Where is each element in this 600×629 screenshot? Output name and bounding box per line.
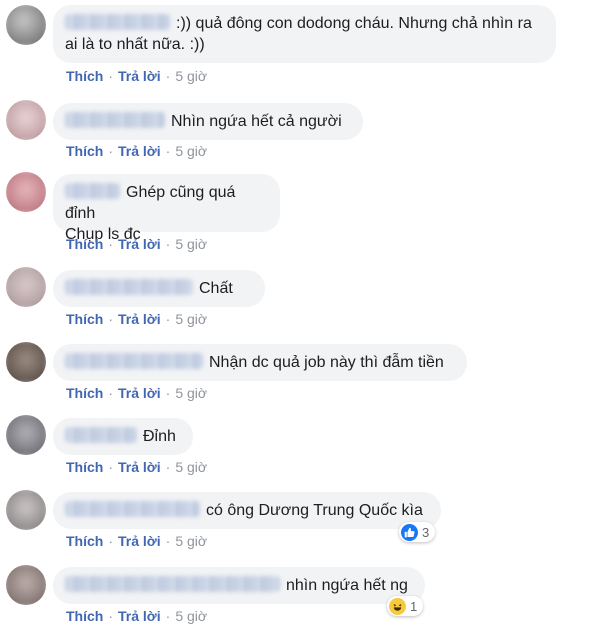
comment-timestamp[interactable]: 5 giờ: [175, 385, 207, 401]
commenter-name-blurred[interactable]: [65, 279, 193, 295]
separator: ·: [165, 68, 171, 84]
commenter-name-blurred[interactable]: [65, 14, 170, 30]
reaction-count-badge[interactable]: 3: [399, 522, 436, 542]
reply-link[interactable]: Trả lời: [118, 533, 161, 549]
commenter-name-blurred[interactable]: [65, 183, 120, 199]
separator: ·: [165, 311, 171, 327]
comment-timestamp[interactable]: 5 giờ: [175, 533, 207, 549]
separator: ·: [108, 533, 114, 549]
like-link[interactable]: Thích: [66, 311, 103, 327]
separator: ·: [165, 385, 171, 401]
comment-actions: Thích · Trả lời · 5 giờ: [66, 142, 207, 160]
comment-text: Nhận dc quả job này thì đẫm tiền: [209, 354, 444, 371]
comment-bubble: Nhìn ngứa hết cả người: [53, 103, 363, 140]
comment-actions: Thích · Trả lời · 5 giờ: [66, 384, 207, 402]
comment-text: có ông Dương Trung Quốc kìa: [206, 502, 423, 519]
reaction-count: 3: [422, 524, 430, 540]
reply-link[interactable]: Trả lời: [118, 68, 161, 84]
separator: ·: [108, 143, 114, 159]
comment-bubble: nhìn ngứa hết ng: [53, 567, 425, 604]
avatar[interactable]: [6, 490, 46, 530]
comment-bubble: Chất: [53, 270, 265, 307]
separator: ·: [108, 311, 114, 327]
separator: ·: [165, 459, 171, 475]
comment-text: Nhìn ngứa hết cả người: [171, 113, 342, 130]
comment-text: nhìn ngứa hết ng: [286, 577, 408, 594]
comment-timestamp[interactable]: 5 giờ: [175, 459, 207, 475]
comment-actions: Thích · Trả lời · 5 giờ: [66, 235, 207, 253]
like-link[interactable]: Thích: [66, 459, 103, 475]
comment-timestamp[interactable]: 5 giờ: [175, 68, 207, 84]
comment-timestamp[interactable]: 5 giờ: [175, 311, 207, 327]
comment-actions: Thích · Trả lời · 5 giờ: [66, 458, 207, 476]
comment-actions: Thích · Trả lời · 5 giờ: [66, 310, 207, 328]
reply-link[interactable]: Trả lời: [118, 385, 161, 401]
comment-bubble: :)) quả đông con dodong cháu. Nhưng chả …: [53, 5, 556, 63]
comment-text: Chất: [199, 280, 233, 297]
comment-bubble: Ghép cũng quá đỉnh Chụp ls đc: [53, 174, 280, 243]
avatar[interactable]: [6, 172, 46, 212]
commenter-name-blurred[interactable]: [65, 353, 203, 369]
reaction-count: 1: [410, 598, 418, 614]
comment-actions: Thích · Trả lời · 5 giờ: [66, 532, 207, 550]
avatar[interactable]: [6, 565, 46, 605]
reply-link[interactable]: Trả lời: [118, 459, 161, 475]
like-link[interactable]: Thích: [66, 533, 103, 549]
reply-link[interactable]: Trả lời: [118, 236, 161, 252]
like-link[interactable]: Thích: [66, 608, 103, 624]
avatar[interactable]: [6, 5, 46, 45]
like-link[interactable]: Thích: [66, 236, 103, 252]
separator: ·: [165, 533, 171, 549]
reply-link[interactable]: Trả lời: [118, 143, 161, 159]
like-link[interactable]: Thích: [66, 385, 103, 401]
separator: ·: [108, 608, 114, 624]
comment-bubble: Nhận dc quả job này thì đẫm tiền: [53, 344, 467, 381]
comment-timestamp[interactable]: 5 giờ: [175, 236, 207, 252]
separator: ·: [108, 68, 114, 84]
separator: ·: [108, 385, 114, 401]
separator: ·: [165, 608, 171, 624]
comment-timestamp[interactable]: 5 giờ: [175, 143, 207, 159]
comment-text: Đỉnh: [143, 428, 176, 445]
comment-bubble: có ông Dương Trung Quốc kìa: [53, 492, 441, 529]
avatar[interactable]: [6, 342, 46, 382]
like-reaction-icon: [401, 523, 418, 541]
like-link[interactable]: Thích: [66, 143, 103, 159]
comment-bubble: Đỉnh: [53, 418, 193, 455]
commenter-name-blurred[interactable]: [65, 427, 137, 443]
reply-link[interactable]: Trả lời: [118, 608, 161, 624]
reply-link[interactable]: Trả lời: [118, 311, 161, 327]
like-link[interactable]: Thích: [66, 68, 103, 84]
comment-timestamp[interactable]: 5 giờ: [175, 608, 207, 624]
separator: ·: [165, 236, 171, 252]
avatar[interactable]: [6, 267, 46, 307]
commenter-name-blurred[interactable]: [65, 576, 280, 592]
avatar[interactable]: [6, 415, 46, 455]
avatar[interactable]: [6, 100, 46, 140]
commenter-name-blurred[interactable]: [65, 501, 200, 517]
reaction-count-badge[interactable]: 1: [387, 596, 424, 616]
haha-reaction-icon: [389, 597, 406, 615]
separator: ·: [165, 143, 171, 159]
comment-actions: Thích · Trả lời · 5 giờ: [66, 607, 207, 625]
separator: ·: [108, 459, 114, 475]
comment-actions: Thích · Trả lời · 5 giờ: [66, 67, 207, 85]
commenter-name-blurred[interactable]: [65, 112, 165, 128]
separator: ·: [108, 236, 114, 252]
